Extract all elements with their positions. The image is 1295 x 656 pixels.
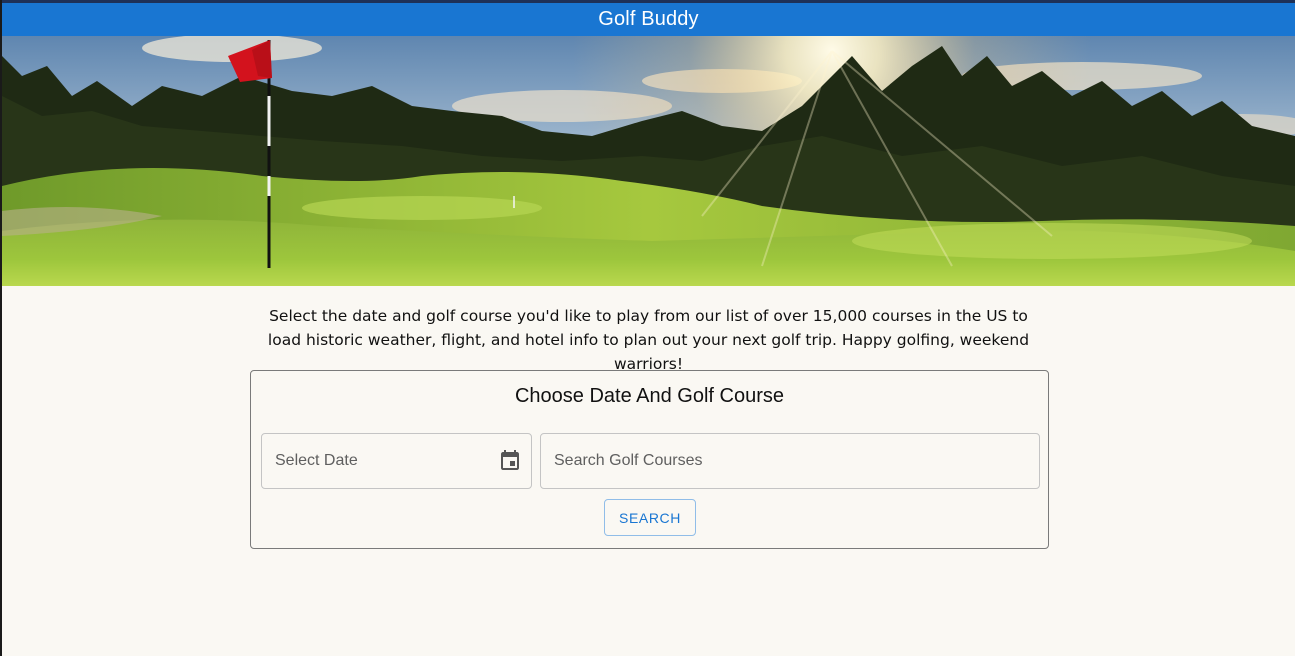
calendar-icon[interactable]: [498, 449, 522, 473]
golf-course-search-field[interactable]: Search Golf Courses: [540, 433, 1040, 489]
search-card-title: Choose Date And Golf Course: [514, 385, 785, 407]
date-picker-field[interactable]: Select Date: [261, 433, 532, 489]
app-title: Golf Buddy: [598, 8, 699, 30]
search-card: Choose Date And Golf Course Select Date …: [250, 370, 1049, 549]
intro-text-block: Select the date and golf course you'd li…: [2, 304, 1295, 376]
hero-banner-image: [2, 36, 1295, 286]
app-bar: Golf Buddy: [2, 3, 1295, 36]
search-button[interactable]: SEARCH: [604, 499, 696, 536]
intro-paragraph: Select the date and golf course you'd li…: [267, 307, 1030, 373]
date-field-placeholder: Select Date: [275, 452, 358, 469]
course-field-placeholder: Search Golf Courses: [554, 452, 703, 469]
